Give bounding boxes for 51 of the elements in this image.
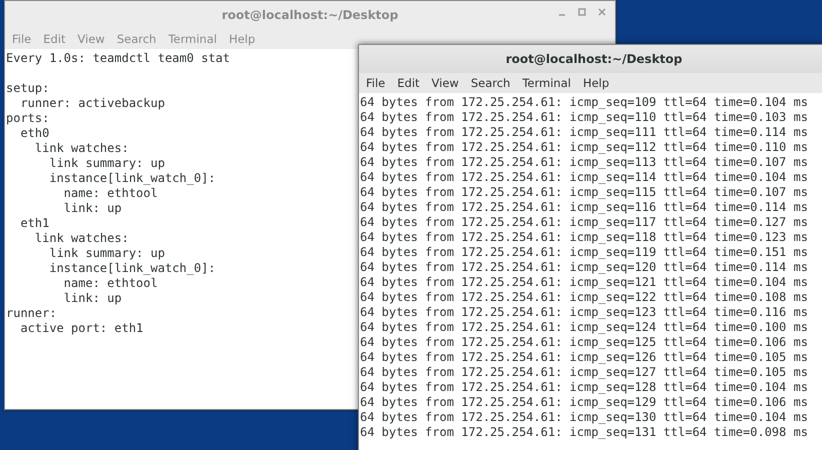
terminal-line: instance[link_watch_0]: xyxy=(48,261,216,276)
window-title: root@localhost:~/Desktop xyxy=(222,8,398,22)
terminal-line: 64 bytes from 172.25.254.61: icmp_seq=120 ttl=64 time=0.114 ms xyxy=(360,260,808,275)
terminal-line: 64 bytes from 172.25.254.61: icmp_seq=128 ttl=64 time=0.104 ms xyxy=(360,380,808,395)
terminal-line: setup: xyxy=(6,81,50,96)
terminal-line: 64 bytes from 172.25.254.61: icmp_seq=109 ttl=64 time=0.104 ms xyxy=(360,95,808,110)
terminal-line: link summary: up xyxy=(48,156,165,171)
menu-item[interactable]: Edit xyxy=(392,76,425,90)
terminal-line: eth0 xyxy=(19,126,50,141)
terminal-line: instance[link_watch_0]: xyxy=(48,171,216,186)
terminal-line: 64 bytes from 172.25.254.61: icmp_seq=124 ttl=64 time=0.100 ms xyxy=(360,320,808,335)
menu-item[interactable]: View xyxy=(426,76,464,90)
terminal-line: 64 bytes from 172.25.254.61: icmp_seq=113 ttl=64 time=0.107 ms xyxy=(360,155,808,170)
terminal-line: name: ethtool xyxy=(62,276,158,291)
terminal-line: 64 bytes from 172.25.254.61: icmp_seq=115 ttl=64 time=0.107 ms xyxy=(360,185,808,200)
close-icon[interactable] xyxy=(597,7,607,17)
terminal-line: ports: xyxy=(6,111,50,126)
terminal-line: 64 bytes from 172.25.254.61: icmp_seq=122 ttl=64 time=0.108 ms xyxy=(360,290,808,305)
terminal-line: 64 bytes from 172.25.254.61: icmp_seq=121 ttl=64 time=0.104 ms xyxy=(360,275,808,290)
terminal-line: 64 bytes from 172.25.254.61: icmp_seq=114 ttl=64 time=0.104 ms xyxy=(360,170,808,185)
menu-item[interactable]: Search xyxy=(466,76,516,90)
menu-item[interactable]: File xyxy=(361,76,390,90)
maximize-icon[interactable] xyxy=(577,7,587,17)
terminal-line: Every 1.0s: teamdctl team0 stat xyxy=(6,51,230,66)
terminal-line: 64 bytes from 172.25.254.61: icmp_seq=116 ttl=64 time=0.114 ms xyxy=(360,200,808,215)
menu-item[interactable]: Terminal xyxy=(517,76,576,90)
terminal-line: link watches: xyxy=(34,141,129,156)
terminal-line: 64 bytes from 172.25.254.61: icmp_seq=110 ttl=64 time=0.103 ms xyxy=(360,110,808,125)
terminal-line: 64 bytes from 172.25.254.61: icmp_seq=112 ttl=64 time=0.110 ms xyxy=(360,140,808,155)
terminal-line: 64 bytes from 172.25.254.61: icmp_seq=117 ttl=64 time=0.127 ms xyxy=(360,215,808,230)
window-title: root@localhost:~/Desktop xyxy=(506,52,682,66)
terminal-line: link: up xyxy=(62,291,122,306)
terminal-line: 64 bytes from 172.25.254.61: icmp_seq=118 ttl=64 time=0.123 ms xyxy=(360,230,808,245)
terminal-line: 64 bytes from 172.25.254.61: icmp_seq=130 ttl=64 time=0.104 ms xyxy=(360,410,808,425)
terminal-line: 64 bytes from 172.25.254.61: icmp_seq=129 ttl=64 time=0.106 ms xyxy=(360,395,808,410)
terminal-line: name: ethtool xyxy=(62,186,158,201)
terminal-line: 64 bytes from 172.25.254.61: icmp_seq=123 ttl=64 time=0.116 ms xyxy=(360,305,808,320)
terminal-line: link summary: up xyxy=(48,246,165,261)
terminal-line: 64 bytes from 172.25.254.61: icmp_seq=126 ttl=64 time=0.105 ms xyxy=(360,350,808,365)
terminal-line: 64 bytes from 172.25.254.61: icmp_seq=119 ttl=64 time=0.151 ms xyxy=(360,245,808,260)
menu-item[interactable]: Help xyxy=(578,76,614,90)
terminal-line: 64 bytes from 172.25.254.61: icmp_seq=111 ttl=64 time=0.114 ms xyxy=(360,125,808,140)
terminal-line: active port: eth1 xyxy=(19,321,144,336)
terminal-line: link: up xyxy=(62,201,122,216)
terminal-line: eth1 xyxy=(19,216,50,231)
terminal-line: link watches: xyxy=(34,231,129,246)
terminal-line: runner: xyxy=(6,306,57,321)
terminal-line: 64 bytes from 172.25.254.61: icmp_seq=125 ttl=64 time=0.106 ms xyxy=(360,335,808,350)
terminal-line: 64 bytes from 172.25.254.61: icmp_seq=127 ttl=64 time=0.105 ms xyxy=(360,365,808,380)
terminal-line: 64 bytes from 172.25.254.61: icmp_seq=131 ttl=64 time=0.098 ms xyxy=(360,425,808,440)
terminal-line: runner: activebackup xyxy=(19,96,165,111)
